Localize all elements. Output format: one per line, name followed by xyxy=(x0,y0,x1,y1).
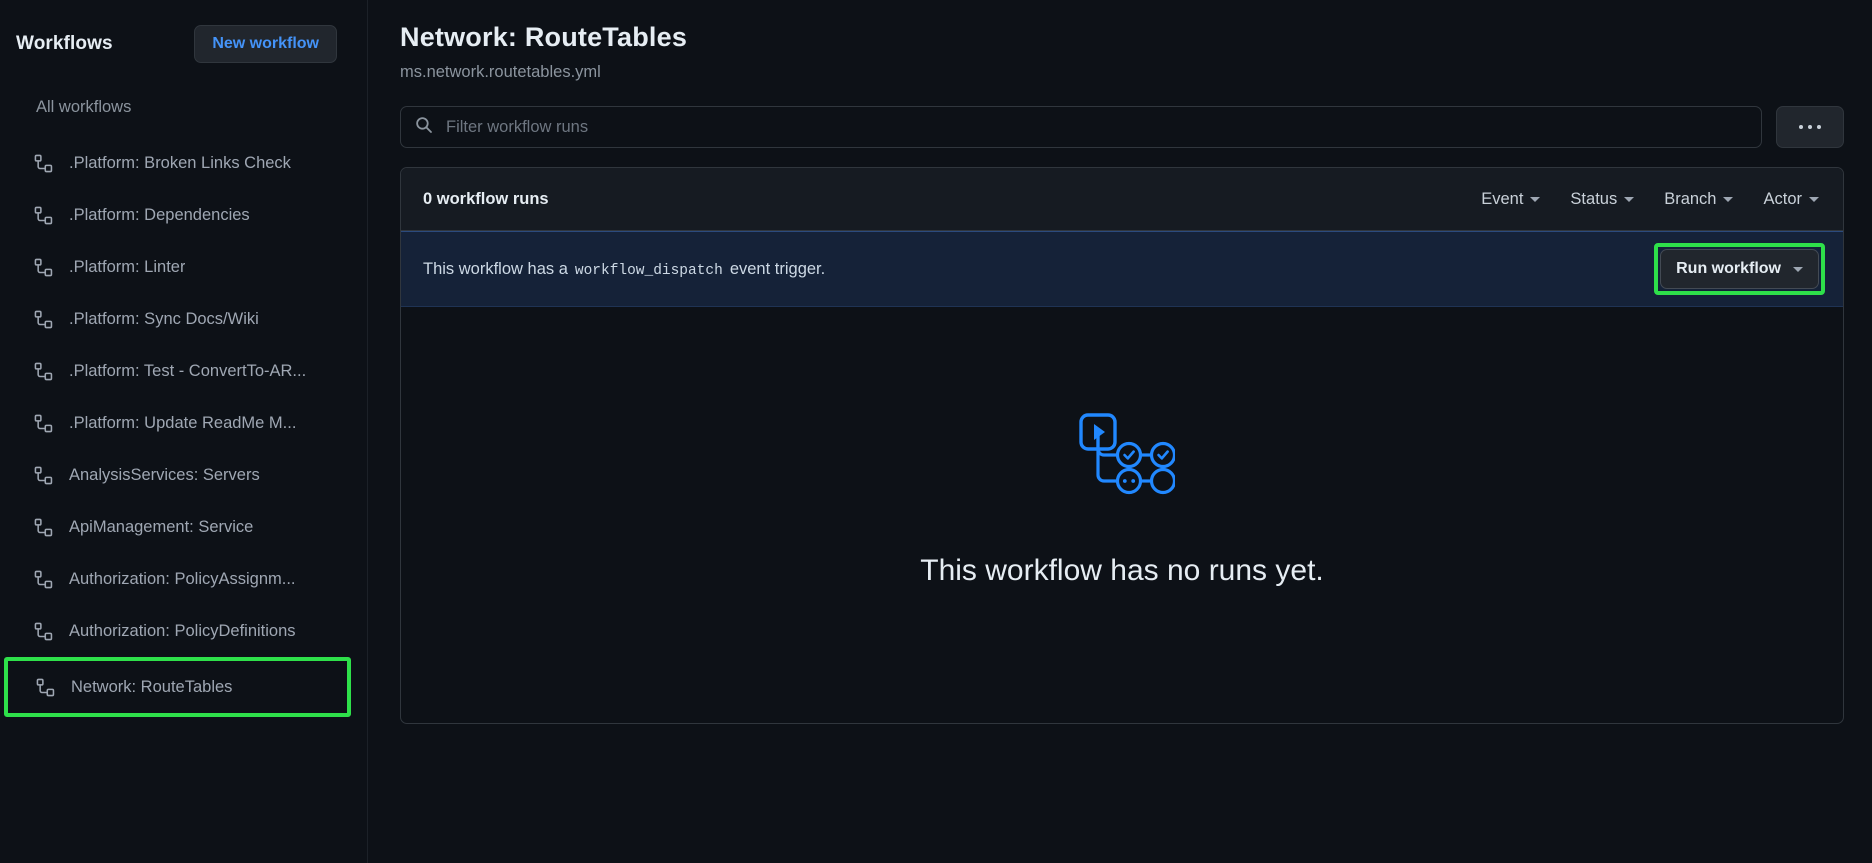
chevron-down-icon xyxy=(1793,266,1803,272)
dispatch-text-before: This workflow has a xyxy=(423,259,568,278)
workflow-icon xyxy=(34,258,53,277)
dispatch-text-after: event trigger. xyxy=(729,259,826,278)
workflow-file-name: ms.network.routetables.yml xyxy=(400,63,601,81)
sidebar-item-analysisservices-servers[interactable]: AnalysisServices: Servers xyxy=(0,449,367,501)
filter-status-label: Status xyxy=(1570,189,1618,208)
sidebar-item-label: .Platform: Linter xyxy=(69,257,186,276)
workflow-icon xyxy=(34,154,53,173)
more-options-button[interactable] xyxy=(1776,106,1844,148)
sidebar-item-authorization-policyassignments[interactable]: Authorization: PolicyAssignm... xyxy=(0,553,367,605)
workflow-icon xyxy=(34,310,53,329)
chevron-down-icon xyxy=(1809,196,1819,202)
workflow-icon xyxy=(34,466,53,485)
sidebar-item-platform-linter[interactable]: .Platform: Linter xyxy=(0,241,367,293)
sidebar-item-label: Authorization: PolicyDefinitions xyxy=(69,621,296,640)
workflow-icon xyxy=(34,622,53,641)
workflow-icon xyxy=(34,570,53,589)
workflow-icon xyxy=(36,678,55,697)
filter-event[interactable]: Event xyxy=(1481,189,1541,209)
sidebar-item-platform-dependencies[interactable]: .Platform: Dependencies xyxy=(0,189,367,241)
sidebar-item-label: .Platform: Dependencies xyxy=(69,205,250,224)
sidebar-item-label: AnalysisServices: Servers xyxy=(69,465,260,484)
sidebar-item-label: Authorization: PolicyAssignm... xyxy=(69,569,296,588)
workflow-runs-page: Workflows New workflow All workflows .Pl… xyxy=(0,0,1872,863)
runs-panel-header: 0 workflow runs Event Status Branch Acto… xyxy=(401,168,1843,231)
sidebar-item-label: Network: RouteTables xyxy=(71,677,233,696)
search-icon xyxy=(415,116,433,139)
filter-actor-label: Actor xyxy=(1763,189,1802,208)
search-row xyxy=(400,106,1844,148)
empty-state-title: This workflow has no runs yet. xyxy=(920,553,1324,587)
main-content: Network: RouteTables ms.network.routetab… xyxy=(368,0,1872,863)
sidebar-item-label: .Platform: Broken Links Check xyxy=(69,153,291,172)
filter-actor[interactable]: Actor xyxy=(1763,190,1819,209)
kebab-horizontal-icon xyxy=(1799,125,1821,129)
run-workflow-highlight: Run workflow xyxy=(1654,243,1825,295)
runs-filter-group: Event Status Branch Actor xyxy=(1481,190,1819,209)
empty-state: This workflow has no runs yet. xyxy=(401,307,1843,723)
run-workflow-button[interactable]: Run workflow xyxy=(1660,249,1819,289)
sidebar-item-label: ApiManagement: Service xyxy=(69,517,254,536)
sidebar-item-platform-broken-links-check[interactable]: .Platform: Broken Links Check xyxy=(0,137,367,189)
new-workflow-button[interactable]: New workflow xyxy=(194,25,337,63)
sidebar-item-label: .Platform: Test - ConvertTo-AR... xyxy=(69,361,307,380)
workflow-nodes-illustration xyxy=(1069,403,1177,514)
dispatch-event-code: workflow_dispatch xyxy=(574,262,723,279)
sidebar-item-all-workflows[interactable]: All workflows xyxy=(0,64,367,117)
sidebar-item-platform-sync-docs-wiki[interactable]: .Platform: Sync Docs/Wiki xyxy=(0,293,367,345)
workflows-sidebar: Workflows New workflow All workflows .Pl… xyxy=(0,0,368,863)
filter-branch-label: Branch xyxy=(1664,189,1717,208)
filter-runs-search-box[interactable] xyxy=(400,106,1762,148)
sidebar-item-apimanagement-service[interactable]: ApiManagement: Service xyxy=(0,501,367,553)
sidebar-item-platform-update-readme[interactable]: .Platform: Update ReadMe M... xyxy=(0,397,367,449)
sidebar-header: Workflows New workflow xyxy=(0,24,367,64)
chevron-down-icon xyxy=(1624,196,1635,202)
runs-count-label: 0 workflow runs xyxy=(423,189,549,208)
run-workflow-label: Run workflow xyxy=(1676,260,1781,277)
workflow-list: .Platform: Broken Links Check .Platform:… xyxy=(0,137,367,717)
workflow-runs-panel: 0 workflow runs Event Status Branch Acto… xyxy=(400,167,1844,724)
chevron-down-icon xyxy=(1723,196,1734,202)
workflow-icon xyxy=(34,414,53,433)
filter-event-label: Event xyxy=(1481,189,1524,208)
workflow-icon xyxy=(34,362,53,381)
page-title: Network: RouteTables xyxy=(400,22,688,52)
workflow-icon xyxy=(34,518,53,537)
workflow-icon xyxy=(34,206,53,225)
sidebar-item-authorization-policydefinitions[interactable]: Authorization: PolicyDefinitions xyxy=(0,605,367,657)
sidebar-title: Workflows xyxy=(16,33,113,54)
sidebar-item-label: .Platform: Update ReadMe M... xyxy=(69,413,297,432)
filter-status[interactable]: Status xyxy=(1570,189,1635,209)
workflow-dispatch-banner: This workflow has a workflow_dispatch ev… xyxy=(401,231,1843,307)
dispatch-message: This workflow has a workflow_dispatch ev… xyxy=(423,260,825,279)
sidebar-item-label: .Platform: Sync Docs/Wiki xyxy=(69,309,259,328)
sidebar-item-platform-test-convertto-ar[interactable]: .Platform: Test - ConvertTo-AR... xyxy=(0,345,367,397)
search-input[interactable] xyxy=(446,117,1747,137)
sidebar-item-network-routetables[interactable]: Network: RouteTables xyxy=(4,657,351,717)
filter-branch[interactable]: Branch xyxy=(1664,189,1734,209)
chevron-down-icon xyxy=(1530,196,1541,202)
